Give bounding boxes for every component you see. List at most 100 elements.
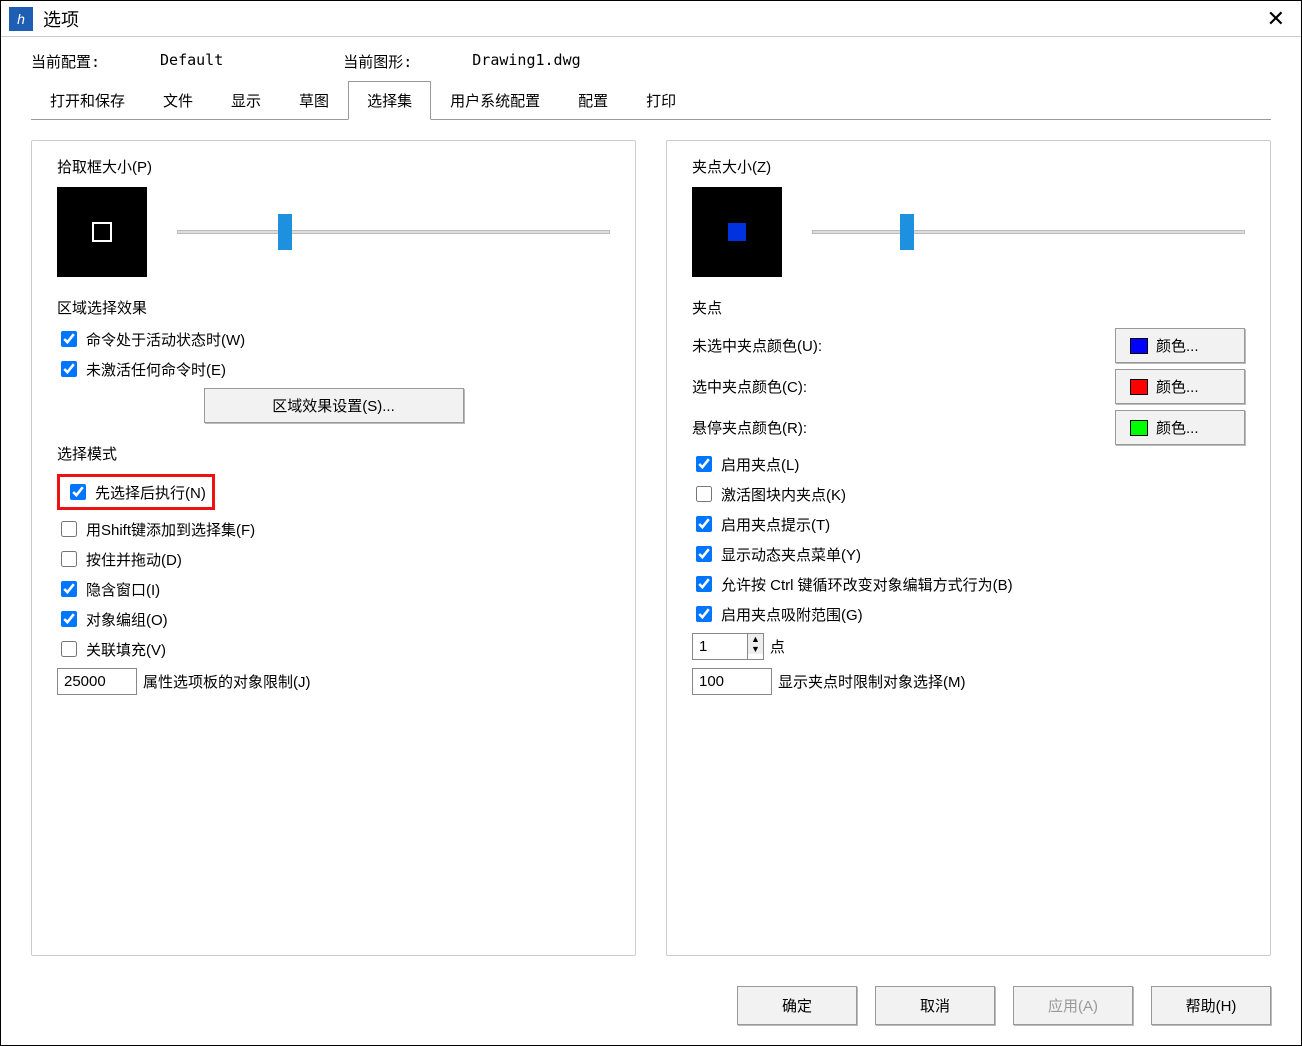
pickbox-title: 拾取框大小(P) (57, 156, 610, 177)
tab-selection[interactable]: 选择集 (348, 81, 431, 120)
assoc-hatch-check[interactable]: 关联填充(V) (57, 638, 610, 660)
prop-limit-input[interactable] (57, 668, 137, 695)
slider-thumb[interactable] (900, 214, 914, 250)
ctrl-cycle-label: 允许按 Ctrl 键循环改变对象编辑方式行为(B) (721, 574, 1013, 595)
apply-button[interactable]: 应用(A) (1013, 986, 1133, 1025)
tab-user-system[interactable]: 用户系统配置 (431, 81, 559, 120)
selection-mode-title: 选择模式 (57, 443, 610, 464)
enable-snap-label: 启用夹点吸附范围(G) (721, 604, 863, 625)
press-drag-check[interactable]: 按住并拖动(D) (57, 548, 610, 570)
shift-add-checkbox[interactable] (61, 521, 77, 537)
cmd-active-checkbox[interactable] (61, 331, 77, 347)
shift-add-check[interactable]: 用Shift键添加到选择集(F) (57, 518, 610, 540)
selected-color-button[interactable]: 颜色... (1115, 369, 1245, 404)
enable-tips-checkbox[interactable] (696, 516, 712, 532)
enable-snap-check[interactable]: 启用夹点吸附范围(G) (692, 603, 1245, 625)
enable-tips-label: 启用夹点提示(T) (721, 514, 830, 535)
tab-open-save[interactable]: 打开和保存 (31, 81, 144, 120)
app-icon: h (9, 7, 33, 31)
press-drag-label: 按住并拖动(D) (86, 549, 182, 570)
object-group-check[interactable]: 对象编组(O) (57, 608, 610, 630)
snap-spinner[interactable]: ▲ ▼ (692, 633, 764, 660)
tab-file[interactable]: 文件 (144, 81, 212, 120)
tab-profiles[interactable]: 配置 (559, 81, 627, 120)
ctrl-cycle-checkbox[interactable] (696, 576, 712, 592)
snap-unit-label: 点 (770, 636, 785, 657)
help-button[interactable]: 帮助(H) (1151, 986, 1271, 1025)
grips-group: 夹点 未选中夹点颜色(U): 颜色... 选中夹点颜色(C): 颜色... (692, 297, 1245, 703)
cmd-active-check[interactable]: 命令处于活动状态时(W) (57, 328, 610, 350)
footer: 确定 取消 应用(A) 帮助(H) (1, 966, 1301, 1045)
cancel-button[interactable]: 取消 (875, 986, 995, 1025)
object-group-checkbox[interactable] (61, 611, 77, 627)
no-cmd-checkbox[interactable] (61, 361, 77, 377)
selected-color-swatch (1130, 379, 1148, 395)
ctrl-cycle-check[interactable]: 允许按 Ctrl 键循环改变对象编辑方式行为(B) (692, 573, 1245, 595)
grip-limit-row: 显示夹点时限制对象选择(M) (692, 668, 1245, 695)
gripsize-slider[interactable] (812, 217, 1245, 247)
unselected-color-label: 未选中夹点颜色(U): (692, 335, 1103, 356)
pickbox-preview (57, 187, 147, 277)
gripsize-group: 夹点大小(Z) (692, 156, 1245, 277)
titlebar: h 选项 ✕ (1, 1, 1301, 37)
color-btn-label: 颜色... (1156, 417, 1199, 438)
enable-grips-check[interactable]: 启用夹点(L) (692, 453, 1245, 475)
unselected-color-row: 未选中夹点颜色(U): 颜色... (692, 328, 1245, 363)
current-profile-value: Default (160, 51, 223, 72)
area-settings-button[interactable]: 区域效果设置(S)... (204, 388, 464, 423)
hover-color-swatch (1130, 420, 1148, 436)
tab-draft[interactable]: 草图 (280, 81, 348, 120)
snap-value-row: ▲ ▼ 点 (692, 633, 1245, 660)
spinner-buttons[interactable]: ▲ ▼ (748, 633, 764, 660)
implied-window-checkbox[interactable] (61, 581, 77, 597)
grips-title: 夹点 (692, 297, 1245, 318)
implied-window-check[interactable]: 隐含窗口(I) (57, 578, 610, 600)
current-drawing-value: Drawing1.dwg (472, 51, 580, 72)
right-panel: 夹点大小(Z) 夹点 未选中夹点颜色(U): 颜色... (666, 140, 1271, 956)
enable-snap-checkbox[interactable] (696, 606, 712, 622)
pickbox-slider[interactable] (177, 217, 610, 247)
assoc-hatch-checkbox[interactable] (61, 641, 77, 657)
tabs: 打开和保存 文件 显示 草图 选择集 用户系统配置 配置 打印 (31, 80, 1271, 120)
tab-display[interactable]: 显示 (212, 81, 280, 120)
close-icon[interactable]: ✕ (1259, 6, 1293, 32)
implied-window-label: 隐含窗口(I) (86, 579, 160, 600)
prop-limit-label: 属性选项板的对象限制(J) (143, 671, 311, 692)
window-title: 选项 (43, 6, 1259, 32)
dynamic-menu-check[interactable]: 显示动态夹点菜单(Y) (692, 543, 1245, 565)
area-effect-title: 区域选择效果 (57, 297, 610, 318)
slider-thumb[interactable] (278, 214, 292, 250)
enable-tips-check[interactable]: 启用夹点提示(T) (692, 513, 1245, 535)
hover-color-label: 悬停夹点颜色(R): (692, 417, 1103, 438)
dynamic-menu-label: 显示动态夹点菜单(Y) (721, 544, 861, 565)
unselected-color-button[interactable]: 颜色... (1115, 328, 1245, 363)
left-panel: 拾取框大小(P) 区域选择效果 命令处于活动状态时(W) 未激 (31, 140, 636, 956)
dynamic-menu-checkbox[interactable] (696, 546, 712, 562)
noun-verb-checkbox[interactable] (70, 484, 86, 500)
color-btn-label: 颜色... (1156, 376, 1199, 397)
ok-button[interactable]: 确定 (737, 986, 857, 1025)
spinner-up-icon[interactable]: ▲ (748, 634, 763, 644)
snap-value-input[interactable] (692, 633, 748, 660)
enable-grips-checkbox[interactable] (696, 456, 712, 472)
noun-verb-label: 先选择后执行(N) (95, 482, 206, 503)
hover-color-button[interactable]: 颜色... (1115, 410, 1245, 445)
selected-color-label: 选中夹点颜色(C): (692, 376, 1103, 397)
shift-add-label: 用Shift键添加到选择集(F) (86, 519, 255, 540)
enable-block-check[interactable]: 激活图块内夹点(K) (692, 483, 1245, 505)
noun-verb-check[interactable]: 先选择后执行(N) (66, 481, 206, 503)
gripsize-title: 夹点大小(Z) (692, 156, 1245, 177)
enable-block-checkbox[interactable] (696, 486, 712, 502)
grip-preview (692, 187, 782, 277)
hover-color-row: 悬停夹点颜色(R): 颜色... (692, 410, 1245, 445)
no-cmd-check[interactable]: 未激活任何命令时(E) (57, 358, 610, 380)
spinner-down-icon[interactable]: ▼ (748, 644, 763, 654)
noun-verb-highlight: 先选择后执行(N) (57, 474, 215, 510)
slider-track (177, 230, 610, 234)
selected-color-row: 选中夹点颜色(C): 颜色... (692, 369, 1245, 404)
unselected-color-swatch (1130, 338, 1148, 354)
press-drag-checkbox[interactable] (61, 551, 77, 567)
grip-limit-input[interactable] (692, 668, 772, 695)
tab-print[interactable]: 打印 (627, 81, 695, 120)
object-group-label: 对象编组(O) (86, 609, 168, 630)
